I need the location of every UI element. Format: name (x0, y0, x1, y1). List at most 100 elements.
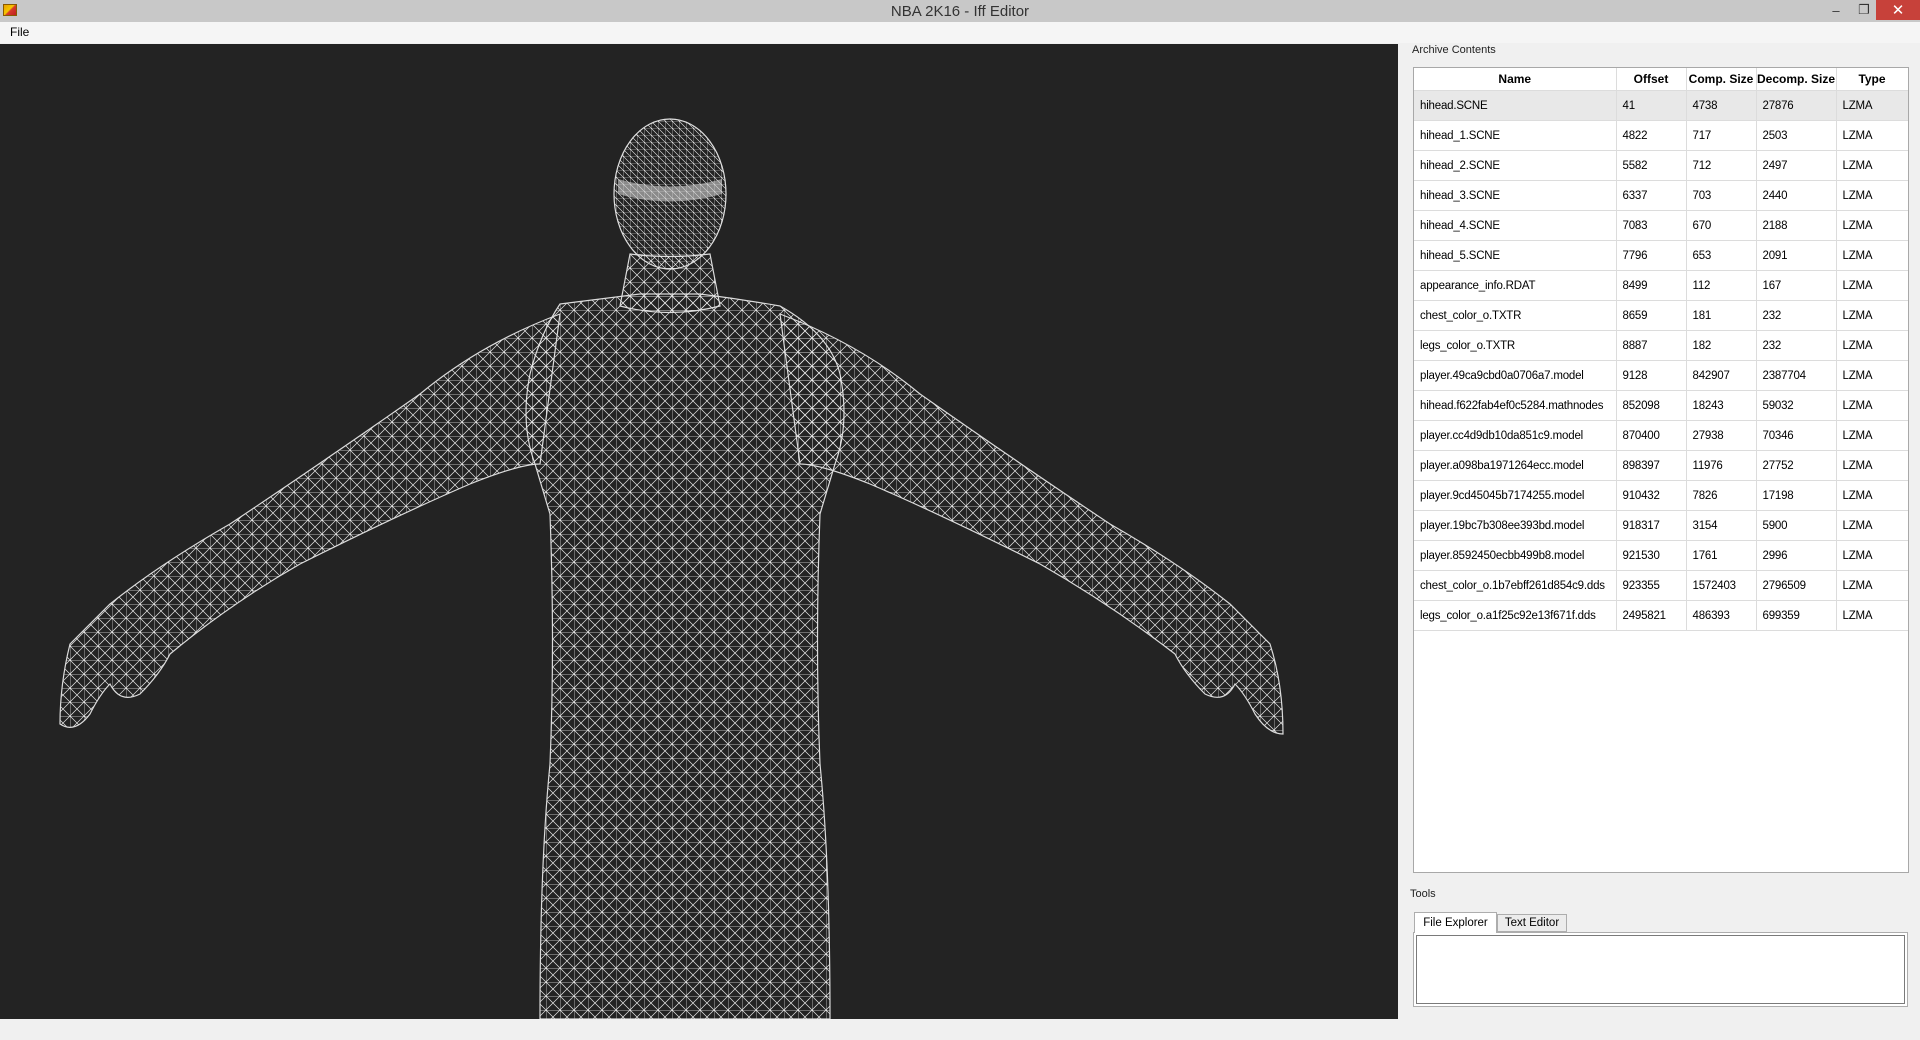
archive-contents-list[interactable]: Name Offset Comp. Size Decomp. Size Type… (1413, 67, 1909, 873)
column-header-type[interactable]: Type (1836, 68, 1908, 91)
cell-name: chest_color_o.1b7ebff261d854c9.dds (1414, 570, 1617, 601)
cell-name: player.9cd45045b7174255.model (1414, 480, 1617, 511)
cell-decomp-size: 5900 (1756, 510, 1837, 541)
cell-decomp-size: 59032 (1756, 390, 1837, 421)
cell-comp-size: 3154 (1686, 510, 1757, 541)
cell-offset: 2495821 (1616, 600, 1687, 631)
cell-decomp-size: 232 (1756, 300, 1837, 331)
table-row[interactable]: hihead.f622fab4ef0c5284.mathnodes 852098 1… (1414, 390, 1908, 421)
table-row[interactable]: player.19bc7b308ee393bd.model 918317 3154 5… (1414, 510, 1908, 541)
cell-comp-size: 7826 (1686, 480, 1757, 511)
table-row[interactable]: legs_color_o.a1f25c92e13f671f.dds 2495821… (1414, 600, 1908, 631)
cell-comp-size: 712 (1686, 150, 1757, 181)
cell-offset: 41 (1616, 90, 1687, 121)
cell-name: player.a098ba1971264ecc.model (1414, 450, 1617, 481)
cell-comp-size: 653 (1686, 240, 1757, 271)
cell-name: chest_color_o.TXTR (1414, 300, 1617, 331)
tools-title: Tools (1410, 888, 1436, 900)
cell-comp-size: 486393 (1686, 600, 1757, 631)
file-explorer-area[interactable] (1416, 935, 1905, 1004)
cell-type: LZMA (1836, 270, 1908, 301)
cell-decomp-size: 2188 (1756, 210, 1837, 241)
table-row[interactable]: legs_color_o.TXTR 8887 182 232 LZMA (1414, 330, 1908, 361)
archive-table: Name Offset Comp. Size Decomp. Size Type… (1414, 68, 1908, 631)
table-row[interactable]: player.a098ba1971264ecc.model 898397 11976… (1414, 450, 1908, 481)
column-header-decomp-size[interactable]: Decomp. Size (1756, 68, 1837, 91)
menu-file[interactable]: File (8, 25, 31, 39)
table-row[interactable]: player.cc4d9db10da851c9.model 870400 27938… (1414, 420, 1908, 451)
table-row[interactable]: player.9cd45045b7174255.model 910432 7826 1… (1414, 480, 1908, 511)
archive-contents-title: Archive Contents (1412, 44, 1496, 56)
cell-type: LZMA (1836, 420, 1908, 451)
cell-offset: 8887 (1616, 330, 1687, 361)
table-row[interactable]: player.8592450ecbb499b8.model 921530 1761 2… (1414, 540, 1908, 571)
cell-comp-size: 703 (1686, 180, 1757, 211)
table-row[interactable]: chest_color_o.TXTR 8659 181 232 LZMA (1414, 300, 1908, 331)
cell-name: player.49ca9cbd0a0706a7.model (1414, 360, 1617, 391)
column-header-offset[interactable]: Offset (1616, 68, 1687, 91)
tools-tab-panel (1413, 932, 1908, 1007)
cell-comp-size: 27938 (1686, 420, 1757, 451)
cell-type: LZMA (1836, 150, 1908, 181)
cell-comp-size: 4738 (1686, 90, 1757, 121)
cell-comp-size: 717 (1686, 120, 1757, 151)
cell-offset: 923355 (1616, 570, 1687, 601)
cell-offset: 870400 (1616, 420, 1687, 451)
menu-bar: File (0, 22, 1920, 43)
cell-type: LZMA (1836, 330, 1908, 361)
cell-decomp-size: 2440 (1756, 180, 1837, 211)
table-row[interactable]: chest_color_o.1b7ebff261d854c9.dds 923355… (1414, 570, 1908, 601)
cell-decomp-size: 167 (1756, 270, 1837, 301)
cell-name: hihead_1.SCNE (1414, 120, 1617, 151)
cell-decomp-size: 70346 (1756, 420, 1837, 451)
cell-decomp-size: 2796509 (1756, 570, 1837, 601)
cell-comp-size: 1572403 (1686, 570, 1757, 601)
column-header-comp-size[interactable]: Comp. Size (1686, 68, 1757, 91)
column-header-name[interactable]: Name (1414, 68, 1617, 91)
table-row[interactable]: hihead_5.SCNE 7796 653 2091 LZMA (1414, 240, 1908, 271)
table-row[interactable]: hihead_4.SCNE 7083 670 2188 LZMA (1414, 210, 1908, 241)
table-row[interactable]: hihead_2.SCNE 5582 712 2497 LZMA (1414, 150, 1908, 181)
table-row[interactable]: hihead_1.SCNE 4822 717 2503 LZMA (1414, 120, 1908, 151)
cell-comp-size: 181 (1686, 300, 1757, 331)
cell-decomp-size: 27752 (1756, 450, 1837, 481)
cell-type: LZMA (1836, 300, 1908, 331)
cell-offset: 4822 (1616, 120, 1687, 151)
table-row[interactable]: appearance_info.RDAT 8499 112 167 LZMA (1414, 270, 1908, 301)
cell-decomp-size: 2387704 (1756, 360, 1837, 391)
cell-offset: 7796 (1616, 240, 1687, 271)
cell-offset: 852098 (1616, 390, 1687, 421)
cell-offset: 9128 (1616, 360, 1687, 391)
table-row[interactable]: hihead_3.SCNE 6337 703 2440 LZMA (1414, 180, 1908, 211)
cell-name: player.19bc7b308ee393bd.model (1414, 510, 1617, 541)
cell-decomp-size: 232 (1756, 330, 1837, 361)
cell-decomp-size: 699359 (1756, 600, 1837, 631)
cell-decomp-size: 17198 (1756, 480, 1837, 511)
player-mesh (59, 253, 1284, 1019)
table-row[interactable]: player.49ca9cbd0a0706a7.model 9128 842907 2… (1414, 360, 1908, 391)
cell-name: player.cc4d9db10da851c9.model (1414, 420, 1617, 451)
cell-type: LZMA (1836, 360, 1908, 391)
table-row[interactable]: hihead.SCNE 41 4738 27876 LZMA (1414, 90, 1908, 121)
cell-name: hihead.f622fab4ef0c5284.mathnodes (1414, 390, 1617, 421)
cell-name: hihead_3.SCNE (1414, 180, 1617, 211)
title-bar: NBA 2K16 - Iff Editor – ❐ ✕ (0, 0, 1920, 23)
cell-type: LZMA (1836, 480, 1908, 511)
model-viewport[interactable] (0, 44, 1398, 1019)
cell-name: hihead_5.SCNE (1414, 240, 1617, 271)
cell-type: LZMA (1836, 540, 1908, 571)
cell-comp-size: 842907 (1686, 360, 1757, 391)
minimize-icon[interactable]: – (1822, 0, 1850, 20)
cell-comp-size: 1761 (1686, 540, 1757, 571)
cell-offset: 6337 (1616, 180, 1687, 211)
cell-comp-size: 11976 (1686, 450, 1757, 481)
close-icon[interactable]: ✕ (1876, 0, 1920, 20)
cell-decomp-size: 2091 (1756, 240, 1837, 271)
restore-icon[interactable]: ❐ (1850, 0, 1878, 20)
cell-comp-size: 182 (1686, 330, 1757, 361)
cell-name: legs_color_o.TXTR (1414, 330, 1617, 361)
tab-file-explorer[interactable]: File Explorer (1414, 912, 1497, 933)
tab-text-editor[interactable]: Text Editor (1497, 914, 1567, 932)
cell-offset: 7083 (1616, 210, 1687, 241)
cell-type: LZMA (1836, 450, 1908, 481)
